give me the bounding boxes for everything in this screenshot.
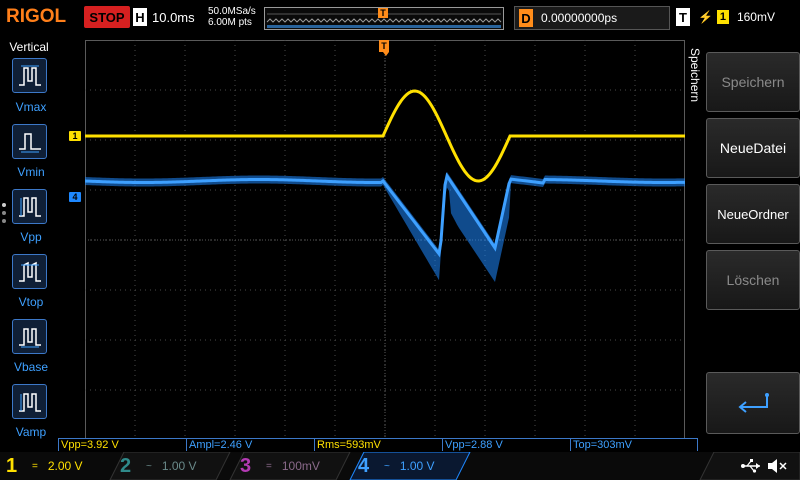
vtop-button[interactable] [12, 254, 47, 289]
scroll-dot [2, 219, 6, 223]
measurement-item[interactable]: Vpp=3.92 V [58, 438, 186, 451]
vmin-label: Vmin [17, 165, 45, 179]
memory-timeline[interactable]: T [264, 7, 504, 30]
trigger-tag: T [676, 8, 690, 26]
delay-tag: D [519, 9, 533, 27]
ch2-coupling-icon: ~ [146, 460, 152, 472]
acquisition-info: 50.0MSa/s 6.00M pts [208, 6, 256, 28]
waveform-grid [84, 40, 686, 440]
measurement-panel-title: Vertical [9, 40, 49, 54]
timeline-trigger-marker: T [378, 8, 388, 18]
trigger-edge-icon: ⚡ [698, 10, 713, 24]
menu-title-text: Speichern [688, 48, 702, 103]
ch3-scale: 100mV [281, 459, 320, 473]
vmin-button[interactable] [12, 124, 47, 159]
ch3-settings[interactable]: = 100mV [266, 455, 320, 477]
timebase-display[interactable]: H 10.0ms [133, 6, 203, 28]
vmax-icon [18, 65, 41, 86]
sample-rate: 50.0MSa/s [208, 6, 256, 17]
ch1-scale: 2.00 V [47, 459, 83, 473]
vmin-icon [18, 132, 41, 152]
vbase-icon [18, 327, 41, 347]
trigger-display[interactable]: T ⚡ 1 160mV [676, 6, 796, 28]
vamp-button[interactable] [12, 384, 47, 419]
ch4-scale: 1.00 V [399, 459, 435, 473]
enter-button[interactable] [706, 372, 800, 434]
ch3-number[interactable]: 3 [240, 455, 251, 478]
ch4-offset-marker[interactable]: 4 [69, 192, 81, 202]
trigger-source: 1 [716, 10, 729, 24]
waveform-display[interactable] [84, 40, 686, 440]
vpp-button[interactable] [12, 189, 47, 224]
vmax-button[interactable] [12, 58, 47, 93]
vpp-label: Vpp [20, 230, 42, 244]
measurement-item[interactable]: Top=303mV [570, 438, 698, 451]
ch1-offset-marker[interactable]: 1 [69, 131, 81, 141]
menu-title: Speichern [686, 48, 704, 144]
trigger-level: 160mV [736, 10, 775, 24]
brand-logo: RIGOL [6, 6, 67, 27]
ch4-settings[interactable]: ~ 1.00 V [384, 455, 435, 477]
ch2-scale: 1.00 V [161, 459, 197, 473]
enter-icon [738, 393, 769, 413]
memory-depth: 6.00M pts [208, 17, 252, 28]
ch4-number[interactable]: 4 [358, 455, 369, 478]
measurement-item[interactable]: Ampl=2.46 V [186, 438, 314, 451]
delay-value: 0.00000000ps [541, 11, 618, 25]
timebase-value: 10.0ms [152, 9, 195, 25]
measurement-item[interactable]: Rms=593mV [314, 438, 442, 451]
vbase-button[interactable] [12, 319, 47, 354]
vamp-label: Vamp [15, 425, 47, 439]
ch1-coupling-icon: = [32, 460, 38, 472]
ch4-coupling-icon: ~ [384, 460, 390, 472]
delay-display[interactable]: D 0.00000000ps [514, 6, 670, 30]
neue-datei-button[interactable]: NeueDatei [706, 118, 800, 178]
vbase-label: Vbase [13, 360, 49, 374]
speichern-button[interactable]: Speichern [706, 52, 800, 112]
vmax-label: Vmax [15, 100, 47, 114]
vamp-icon [18, 392, 41, 412]
trigger-position-marker[interactable]: T [379, 40, 389, 52]
ch1-settings[interactable]: = 2.00 V [32, 455, 83, 477]
ch1-number[interactable]: 1 [6, 455, 17, 478]
timebase-tag: H [133, 8, 147, 26]
ch3-coupling-icon: = [266, 460, 272, 472]
usb-icon [741, 459, 760, 473]
vtop-icon [18, 261, 41, 282]
ch2-settings[interactable]: ~ 1.00 V [146, 455, 197, 477]
run-stop-button[interactable]: STOP [84, 6, 130, 28]
scroll-dot [2, 211, 6, 215]
neue-ordner-button[interactable]: NeueOrdner [706, 184, 800, 244]
trigger-position-arrow [383, 52, 389, 56]
loeschen-button[interactable]: Löschen [706, 250, 800, 310]
vtop-label: Vtop [18, 295, 44, 309]
vpp-icon [18, 196, 41, 217]
measurement-item[interactable]: Vpp=2.88 V [442, 438, 570, 451]
scroll-dot [2, 203, 6, 207]
speaker-muted-icon[interactable] [766, 457, 788, 475]
ch2-number[interactable]: 2 [120, 455, 131, 478]
